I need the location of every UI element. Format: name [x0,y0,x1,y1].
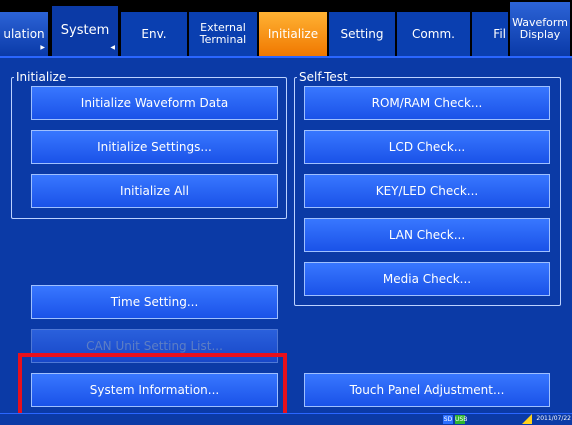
button-label: ROM/RAM Check... [371,96,483,110]
button-label: CAN Unit Setting List... [86,339,223,353]
status-date: 2011/07/22 [536,415,571,422]
clock-icon [522,414,532,424]
submenu-arrow-icon: ▶ [40,44,45,51]
tab-label: Comm. [412,27,455,41]
tab-waveform-display[interactable]: Waveform Display [510,2,572,56]
tab-label: Env. [141,27,167,41]
rom-ram-check-button[interactable]: ROM/RAM Check... [304,86,550,120]
lcd-check-button[interactable]: LCD Check... [304,130,550,164]
tab-initialize[interactable]: Initialize [259,12,329,56]
button-label: LAN Check... [388,228,466,242]
tab-external-terminal[interactable]: External Terminal [189,12,259,56]
tab-simulation[interactable]: ulation ▶ [0,12,50,56]
sd-card-icon: SD [443,415,453,424]
tab-env[interactable]: Env. [121,12,189,56]
submenu-arrow-icon: ◀ [110,44,115,51]
button-label: Time Setting... [110,295,199,309]
tab-label: External Terminal [199,21,247,46]
tab-label: Fil [493,27,506,41]
key-led-check-button[interactable]: KEY/LED Check... [304,174,550,208]
touch-panel-adjustment-button[interactable]: Touch Panel Adjustment... [304,373,550,407]
button-label: Initialize Waveform Data [80,96,229,110]
highlight-frame [18,353,287,418]
usb-icon: USB [455,415,468,424]
tab-setting[interactable]: Setting [329,12,397,56]
self-test-group-title: Self-Test [297,70,350,84]
button-label: KEY/LED Check... [375,184,479,198]
tab-system[interactable]: System ◀ [50,6,120,56]
tab-label: Waveform Display [512,16,568,41]
tab-label: Initialize [267,27,319,41]
tab-label: System [60,23,110,38]
media-check-button[interactable]: Media Check... [304,262,550,296]
button-label: Touch Panel Adjustment... [349,383,505,397]
tab-comm[interactable]: Comm. [397,12,472,56]
button-label: LCD Check... [388,140,466,154]
initialize-all-button[interactable]: Initialize All [31,174,278,208]
time-setting-button[interactable]: Time Setting... [31,285,278,319]
status-bar [0,413,572,425]
initialize-waveform-data-button[interactable]: Initialize Waveform Data [31,86,278,120]
initialize-group-title: Initialize [14,70,69,84]
lan-check-button[interactable]: LAN Check... [304,218,550,252]
tab-file[interactable]: Fil [472,12,510,56]
initialize-settings-button[interactable]: Initialize Settings... [31,130,278,164]
button-label: Media Check... [382,272,472,286]
button-label: Initialize Settings... [97,140,212,154]
tab-label: Setting [340,27,384,41]
tab-bar: ulation ▶ System ◀ Env. External Termina… [0,0,572,56]
button-label: Initialize All [120,184,189,198]
tab-label: ulation [3,27,45,41]
